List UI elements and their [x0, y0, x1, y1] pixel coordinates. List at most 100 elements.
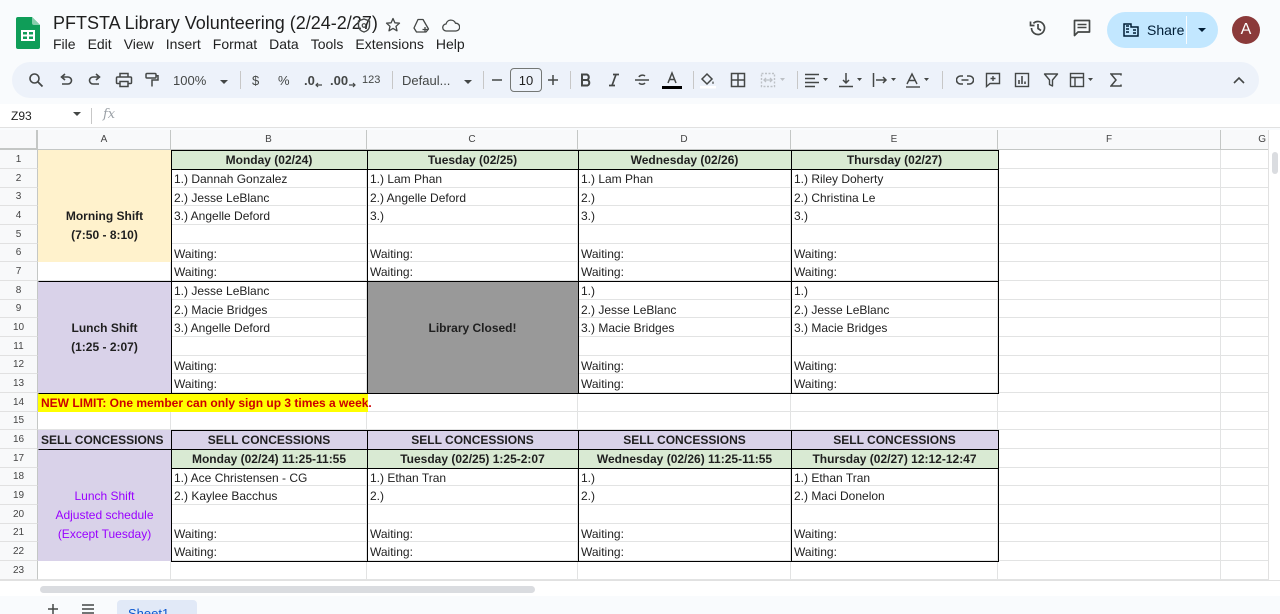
insert-link-icon[interactable]: [956, 62, 974, 98]
sell-concessions-thu[interactable]: SELL CONCESSIONS: [791, 430, 998, 449]
zoom-select[interactable]: 100%: [173, 62, 229, 98]
morning-thu-waiting-2[interactable]: Waiting:: [791, 262, 837, 281]
concession-mon-slot-1[interactable]: 1.) Ace Christensen - CG: [171, 468, 307, 487]
add-sheet-icon[interactable]: [47, 602, 59, 614]
concession-thu-slot-2[interactable]: 2.) Maci Donelon: [791, 486, 885, 505]
functions-icon[interactable]: [1110, 62, 1122, 98]
shield-icon[interactable]: [353, 15, 374, 35]
concession-header-wed[interactable]: Wednesday (02/26) 11:25-11:55: [578, 449, 791, 468]
document-title[interactable]: PFTSTA Library Volunteering (2/24-2/27): [53, 13, 378, 34]
concession-tue-waiting-2[interactable]: Waiting:: [367, 542, 413, 561]
sheet-tab-sheet1[interactable]: Sheet1: [117, 600, 197, 614]
lunch-thu-slot-2[interactable]: 2.) Jesse LeBlanc: [791, 300, 889, 319]
concession-thu-slot-1[interactable]: 1.) Ethan Tran: [791, 468, 870, 487]
concession-tue-slot-2[interactable]: 2.): [367, 486, 384, 505]
format-percent-button[interactable]: %: [278, 62, 290, 98]
name-box-dropdown-icon[interactable]: [73, 109, 81, 120]
concession-note-1[interactable]: Lunch Shift: [38, 486, 171, 505]
lunch-thu-waiting-1[interactable]: Waiting:: [791, 356, 837, 375]
sell-concessions-label-a[interactable]: SELL CONCESSIONS: [38, 430, 171, 449]
lunch-mon-waiting-1[interactable]: Waiting:: [171, 356, 217, 375]
more-formats-button[interactable]: 123: [362, 62, 380, 98]
decrease-decimal-button[interactable]: .0: [304, 62, 323, 98]
version-history-icon[interactable]: [1028, 18, 1048, 43]
morning-tue-slot-2[interactable]: 2.) Angelle Deford: [367, 188, 466, 207]
text-color-icon[interactable]: [662, 62, 682, 98]
lunch-shift-time[interactable]: (1:25 - 2:07): [38, 337, 171, 356]
morning-mon-waiting-1[interactable]: Waiting:: [171, 244, 217, 263]
font-select[interactable]: Defaul...: [402, 62, 473, 98]
font-size-input[interactable]: 10: [510, 68, 542, 92]
menu-tools[interactable]: Tools: [311, 36, 344, 52]
header-monday[interactable]: Monday (02/24): [171, 150, 367, 169]
concession-thu-waiting-1[interactable]: Waiting:: [791, 524, 837, 543]
avatar[interactable]: A: [1232, 16, 1260, 44]
menu-view[interactable]: View: [124, 36, 154, 52]
redo-icon[interactable]: [87, 62, 103, 98]
star-icon[interactable]: [382, 15, 403, 35]
concession-mon-slot-2[interactable]: 2.) Kaylee Bacchus: [171, 486, 277, 505]
collapse-toolbar-icon[interactable]: [1232, 62, 1246, 98]
sheet-tab-dropdown-icon[interactable]: [177, 609, 185, 614]
name-box[interactable]: Z93: [11, 109, 32, 123]
lunch-wed-slot-3[interactable]: 3.) Macie Bridges: [578, 318, 674, 337]
text-wrapping-icon[interactable]: [872, 62, 900, 98]
menu-help[interactable]: Help: [436, 36, 465, 52]
lunch-mon-slot-3[interactable]: 3.) Angelle Deford: [171, 318, 270, 337]
morning-thu-slot-3[interactable]: 3.): [791, 206, 808, 225]
new-limit-notice[interactable]: NEW LIMIT: One member can only sign up 3…: [38, 393, 372, 412]
morning-thu-slot-2[interactable]: 2.) Christina Le: [791, 188, 875, 207]
concession-tue-waiting-1[interactable]: Waiting:: [367, 524, 413, 543]
spreadsheet-grid[interactable]: A B C D E F G 1 2 3 4 5 6 7 8 9 10 11 12 13 14 15 16 17 1…: [0, 130, 1268, 580]
vertical-scroll-thumb[interactable]: [1272, 152, 1278, 174]
menu-format[interactable]: Format: [213, 36, 257, 52]
sell-concessions-wed[interactable]: SELL CONCESSIONS: [578, 430, 791, 449]
lunch-wed-slot-2[interactable]: 2.) Jesse LeBlanc: [578, 300, 676, 319]
morning-mon-waiting-2[interactable]: Waiting:: [171, 262, 217, 281]
concession-wed-waiting-1[interactable]: Waiting:: [578, 524, 624, 543]
format-currency-button[interactable]: $: [252, 62, 259, 98]
lunch-thu-slot-1[interactable]: 1.): [791, 281, 808, 300]
increase-font-size-icon[interactable]: [547, 62, 559, 98]
print-icon[interactable]: [115, 62, 133, 98]
share-dropdown-icon[interactable]: [1197, 22, 1207, 41]
comments-icon[interactable]: [1072, 18, 1092, 43]
concession-header-thu[interactable]: Thursday (02/27) 12:12-12:47: [791, 449, 998, 468]
italic-icon[interactable]: [608, 62, 620, 98]
morning-mon-slot-1[interactable]: 1.) Dannah Gonzalez: [171, 169, 287, 188]
menu-edit[interactable]: Edit: [88, 36, 112, 52]
lunch-shift-label[interactable]: Lunch Shift: [38, 318, 171, 337]
lunch-wed-waiting-1[interactable]: Waiting:: [578, 356, 624, 375]
menu-file[interactable]: File: [53, 36, 76, 52]
menu-extensions[interactable]: Extensions: [355, 36, 423, 52]
morning-shift-label[interactable]: Morning Shift: [38, 206, 171, 225]
lunch-wed-slot-1[interactable]: 1.): [578, 281, 595, 300]
horizontal-align-icon[interactable]: [804, 62, 832, 98]
header-wednesday[interactable]: Wednesday (02/26): [578, 150, 791, 169]
strikethrough-icon[interactable]: [634, 62, 650, 98]
concession-mon-waiting-1[interactable]: Waiting:: [171, 524, 217, 543]
menu-insert[interactable]: Insert: [166, 36, 201, 52]
lunch-thu-slot-3[interactable]: 3.) Macie Bridges: [791, 318, 887, 337]
morning-wed-slot-1[interactable]: 1.) Lam Phan: [578, 169, 653, 188]
text-rotation-icon[interactable]: [905, 62, 933, 98]
undo-icon[interactable]: [58, 62, 74, 98]
morning-mon-slot-2[interactable]: 2.) Jesse LeBlanc: [171, 188, 269, 207]
lunch-mon-slot-1[interactable]: 1.) Jesse LeBlanc: [171, 281, 269, 300]
search-menus-icon[interactable]: [28, 62, 44, 98]
header-tuesday[interactable]: Tuesday (02/25): [367, 150, 578, 169]
move-to-drive-icon[interactable]: [411, 15, 432, 35]
concession-wed-slot-2[interactable]: 2.): [578, 486, 595, 505]
merge-cells-icon[interactable]: [760, 62, 786, 98]
menu-data[interactable]: Data: [269, 36, 299, 52]
lunch-thu-waiting-2[interactable]: Waiting:: [791, 374, 837, 393]
lunch-mon-slot-2[interactable]: 2.) Macie Bridges: [171, 300, 267, 319]
sell-concessions-mon[interactable]: SELL CONCESSIONS: [171, 430, 367, 449]
morning-thu-waiting-1[interactable]: Waiting:: [791, 244, 837, 263]
sheets-logo-icon[interactable]: [16, 17, 40, 49]
insert-comment-icon[interactable]: [985, 62, 1001, 98]
concession-note-3[interactable]: (Except Tuesday): [38, 524, 171, 543]
insert-chart-icon[interactable]: [1014, 62, 1030, 98]
paint-format-icon[interactable]: [144, 62, 160, 98]
morning-wed-waiting-1[interactable]: Waiting:: [578, 244, 624, 263]
